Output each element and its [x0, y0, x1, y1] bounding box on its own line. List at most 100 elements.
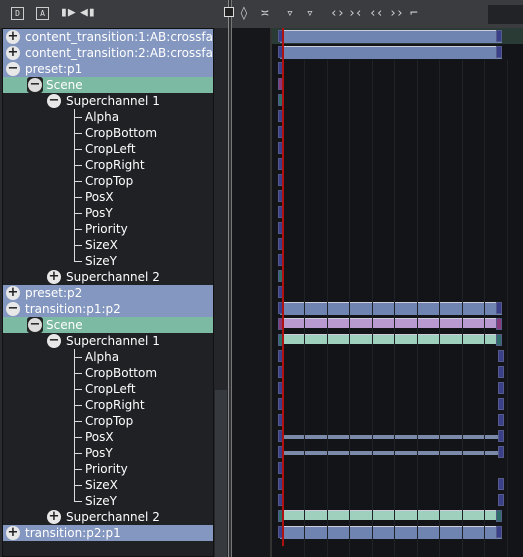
expand-icon[interactable]: + [47, 270, 61, 284]
tree-item[interactable]: SizeY [3, 253, 213, 269]
tree-item-label: Scene [46, 78, 83, 92]
track-bar[interactable] [280, 318, 502, 328]
keyframe-end[interactable] [498, 446, 504, 458]
grid-line [439, 60, 440, 557]
splitter-handle[interactable] [224, 7, 234, 17]
keyframe-end[interactable] [498, 350, 504, 362]
ease-right-icon[interactable]: ›‹ [348, 6, 363, 21]
keyframe-split-icon[interactable]: ≍ [261, 6, 269, 21]
linear-icon[interactable]: ‹› [330, 6, 345, 21]
tree-item[interactable]: CropLeft [3, 141, 213, 157]
export-icon[interactable]: ◀▮ [80, 5, 96, 21]
expand-icon[interactable]: + [6, 286, 20, 300]
track-bar[interactable] [280, 302, 502, 315]
tree-item[interactable]: CropBottom [3, 365, 213, 381]
tree-item[interactable]: PosX [3, 189, 213, 205]
ease-in-icon[interactable]: ▿ [286, 6, 294, 21]
tree-item[interactable]: − Scene [3, 77, 213, 93]
expand-icon[interactable]: + [6, 46, 20, 60]
track-bar[interactable] [280, 334, 502, 344]
expand-icon[interactable]: + [6, 526, 20, 540]
tree-item[interactable]: PosX [3, 429, 213, 445]
tree-item[interactable]: SizeY [3, 493, 213, 509]
tree-item[interactable]: Priority [3, 461, 213, 477]
tree-item[interactable]: Priority [3, 221, 213, 237]
grid-line [394, 60, 395, 557]
track-bar[interactable] [280, 30, 502, 43]
collapse-icon[interactable]: − [27, 317, 43, 333]
tree-item[interactable]: CropLeft [3, 381, 213, 397]
keyframe-end[interactable] [496, 334, 502, 346]
tree-item[interactable]: PosY [3, 445, 213, 461]
import-icon[interactable]: ▮▶ [60, 5, 76, 21]
tree-view[interactable]: + content_transition:1:AB:crossfade + conte… [2, 28, 214, 557]
tree-item[interactable]: Alpha [3, 109, 213, 125]
expand-icon[interactable]: + [6, 30, 20, 44]
keyframe-end[interactable] [498, 398, 504, 410]
tree-item[interactable]: CropTop [3, 413, 213, 429]
tree-item[interactable]: + content_transition:2:AB:crossfade [3, 45, 213, 61]
tree-item-label: Scene [46, 318, 83, 332]
timeline-tracks[interactable] [270, 28, 523, 557]
tree-item[interactable]: + Superchannel 2 [3, 269, 213, 285]
track-line[interactable] [284, 451, 498, 455]
tree-item[interactable]: + content_transition:1:AB:crossfade [3, 29, 213, 45]
add-a-icon[interactable]: A [36, 7, 49, 20]
bezier-icon[interactable]: ⌐ [410, 6, 418, 21]
tree-item[interactable]: CropRight [3, 157, 213, 173]
track-bar[interactable] [280, 46, 502, 59]
tree-item-label: CropBottom [85, 126, 158, 140]
ease-left-icon[interactable]: ‹‹ [369, 6, 384, 21]
grid-line [461, 60, 463, 557]
keyframe-end[interactable] [498, 430, 504, 442]
playhead[interactable] [282, 28, 284, 546]
tree-item[interactable]: Alpha [3, 349, 213, 365]
keyframe-end[interactable] [498, 494, 504, 506]
tree-item[interactable]: − Scene [3, 317, 213, 333]
keyframe-end[interactable] [496, 46, 502, 58]
track-bar[interactable] [280, 510, 502, 520]
tree-scrollbar[interactable] [214, 28, 228, 557]
tree-item[interactable]: − transition:p1:p2 [3, 301, 213, 317]
collapse-icon[interactable]: − [6, 302, 20, 316]
track-line[interactable] [284, 435, 498, 439]
tree-item[interactable]: CropRight [3, 397, 213, 413]
keyframe-end[interactable] [496, 302, 502, 314]
time-display [488, 5, 523, 24]
ease-both-icon[interactable]: ›› [389, 6, 404, 21]
tree-item[interactable]: SizeX [3, 237, 213, 253]
keyframe-end[interactable] [498, 414, 504, 426]
tree-item[interactable]: − Superchannel 1 [3, 93, 213, 109]
collapse-icon[interactable]: − [27, 77, 43, 93]
keyframe-end[interactable] [496, 30, 502, 42]
tree-item-label: CropLeft [85, 382, 136, 396]
tree-item[interactable]: − Superchannel 1 [3, 333, 213, 349]
tree-item[interactable]: + Superchannel 2 [3, 509, 213, 525]
expand-icon[interactable]: + [47, 510, 61, 524]
tree-item[interactable]: + transition:p2:p1 [3, 525, 213, 541]
toolbar: D A ▮▶ ◀▮ ◊ ≍ ▿ ▿ ‹› ›‹ ‹‹ ›› ⌐ [0, 0, 523, 28]
keyframe-end[interactable] [496, 526, 502, 538]
tree-item[interactable]: + preset:p2 [3, 285, 213, 301]
collapse-icon[interactable]: − [47, 94, 61, 108]
keyframe-end[interactable] [498, 366, 504, 378]
tree-item[interactable]: SizeX [3, 477, 213, 493]
tree-item-label: preset:p2 [25, 286, 83, 300]
keyframe-icon[interactable]: ◊ [240, 6, 248, 21]
tree-item-label: SizeX [85, 478, 118, 492]
tree-item-label: SizeX [85, 238, 118, 252]
keyframe-end[interactable] [498, 382, 504, 394]
scrollbar-thumb[interactable] [215, 390, 227, 557]
ease-out-icon[interactable]: ▿ [306, 6, 314, 21]
add-d-icon[interactable]: D [11, 7, 24, 20]
tree-item[interactable]: PosY [3, 205, 213, 221]
tree-item[interactable]: CropBottom [3, 125, 213, 141]
collapse-icon[interactable]: − [47, 334, 61, 348]
keyframe-end[interactable] [498, 478, 504, 490]
track-bar[interactable] [280, 526, 502, 539]
tree-item[interactable]: − preset:p1 [3, 61, 213, 77]
collapse-icon[interactable]: − [6, 62, 20, 76]
tree-item[interactable]: CropTop [3, 173, 213, 189]
keyframe-end[interactable] [496, 510, 502, 522]
keyframe-end[interactable] [496, 318, 502, 330]
